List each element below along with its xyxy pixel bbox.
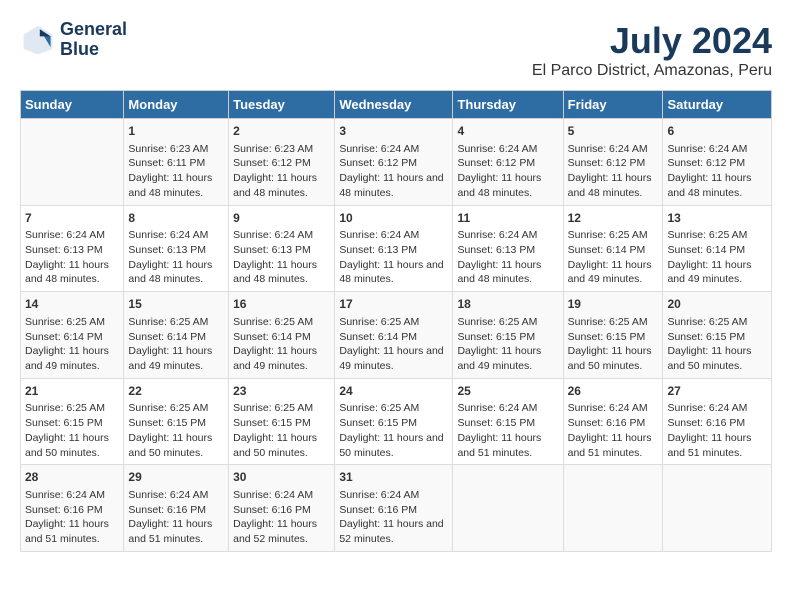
day-number: 2	[233, 123, 330, 140]
subtitle: El Parco District, Amazonas, Peru	[532, 62, 772, 80]
calendar-cell: 10Sunrise: 6:24 AMSunset: 6:13 PMDayligh…	[335, 205, 453, 292]
day-number: 27	[667, 383, 767, 400]
day-number: 28	[25, 469, 119, 486]
calendar-cell: 29Sunrise: 6:24 AMSunset: 6:16 PMDayligh…	[124, 465, 229, 552]
header-friday: Friday	[563, 91, 663, 119]
day-number: 6	[667, 123, 767, 140]
calendar-cell: 17Sunrise: 6:25 AMSunset: 6:14 PMDayligh…	[335, 292, 453, 379]
calendar-cell: 4Sunrise: 6:24 AMSunset: 6:12 PMDaylight…	[453, 119, 563, 206]
day-number: 19	[568, 296, 659, 313]
day-number: 12	[568, 210, 659, 227]
calendar-table: SundayMondayTuesdayWednesdayThursdayFrid…	[20, 90, 772, 552]
calendar-cell: 28Sunrise: 6:24 AMSunset: 6:16 PMDayligh…	[21, 465, 124, 552]
calendar-cell: 12Sunrise: 6:25 AMSunset: 6:14 PMDayligh…	[563, 205, 663, 292]
day-number: 29	[128, 469, 224, 486]
day-number: 21	[25, 383, 119, 400]
day-number: 4	[457, 123, 558, 140]
logo-icon	[20, 22, 56, 58]
day-number: 3	[339, 123, 448, 140]
day-number: 7	[25, 210, 119, 227]
calendar-cell: 31Sunrise: 6:24 AMSunset: 6:16 PMDayligh…	[335, 465, 453, 552]
calendar-cell: 18Sunrise: 6:25 AMSunset: 6:15 PMDayligh…	[453, 292, 563, 379]
header-saturday: Saturday	[663, 91, 772, 119]
day-number: 23	[233, 383, 330, 400]
calendar-cell: 30Sunrise: 6:24 AMSunset: 6:16 PMDayligh…	[229, 465, 335, 552]
day-number: 24	[339, 383, 448, 400]
day-number: 11	[457, 210, 558, 227]
week-row-1: 1Sunrise: 6:23 AMSunset: 6:11 PMDaylight…	[21, 119, 772, 206]
week-row-2: 7Sunrise: 6:24 AMSunset: 6:13 PMDaylight…	[21, 205, 772, 292]
day-number: 31	[339, 469, 448, 486]
calendar-cell	[453, 465, 563, 552]
logo-line2: Blue	[60, 40, 127, 60]
day-number: 13	[667, 210, 767, 227]
calendar-cell: 13Sunrise: 6:25 AMSunset: 6:14 PMDayligh…	[663, 205, 772, 292]
calendar-cell: 9Sunrise: 6:24 AMSunset: 6:13 PMDaylight…	[229, 205, 335, 292]
calendar-cell: 21Sunrise: 6:25 AMSunset: 6:15 PMDayligh…	[21, 378, 124, 465]
day-number: 16	[233, 296, 330, 313]
calendar-cell: 26Sunrise: 6:24 AMSunset: 6:16 PMDayligh…	[563, 378, 663, 465]
day-number: 17	[339, 296, 448, 313]
calendar-cell: 27Sunrise: 6:24 AMSunset: 6:16 PMDayligh…	[663, 378, 772, 465]
day-number: 15	[128, 296, 224, 313]
header-thursday: Thursday	[453, 91, 563, 119]
day-number: 30	[233, 469, 330, 486]
main-title: July 2024	[532, 20, 772, 62]
logo: General Blue	[20, 20, 127, 60]
calendar-cell: 7Sunrise: 6:24 AMSunset: 6:13 PMDaylight…	[21, 205, 124, 292]
calendar-cell: 19Sunrise: 6:25 AMSunset: 6:15 PMDayligh…	[563, 292, 663, 379]
day-number: 18	[457, 296, 558, 313]
calendar-cell: 15Sunrise: 6:25 AMSunset: 6:14 PMDayligh…	[124, 292, 229, 379]
title-block: July 2024 El Parco District, Amazonas, P…	[532, 20, 772, 80]
calendar-cell	[21, 119, 124, 206]
logo-line1: General	[60, 20, 127, 40]
calendar-cell: 3Sunrise: 6:24 AMSunset: 6:12 PMDaylight…	[335, 119, 453, 206]
calendar-cell: 25Sunrise: 6:24 AMSunset: 6:15 PMDayligh…	[453, 378, 563, 465]
calendar-cell: 23Sunrise: 6:25 AMSunset: 6:15 PMDayligh…	[229, 378, 335, 465]
calendar-cell	[563, 465, 663, 552]
header-monday: Monday	[124, 91, 229, 119]
day-number: 9	[233, 210, 330, 227]
calendar-cell: 1Sunrise: 6:23 AMSunset: 6:11 PMDaylight…	[124, 119, 229, 206]
week-row-4: 21Sunrise: 6:25 AMSunset: 6:15 PMDayligh…	[21, 378, 772, 465]
calendar-cell: 2Sunrise: 6:23 AMSunset: 6:12 PMDaylight…	[229, 119, 335, 206]
page-header: General Blue July 2024 El Parco District…	[20, 20, 772, 80]
calendar-cell: 8Sunrise: 6:24 AMSunset: 6:13 PMDaylight…	[124, 205, 229, 292]
week-row-5: 28Sunrise: 6:24 AMSunset: 6:16 PMDayligh…	[21, 465, 772, 552]
day-number: 26	[568, 383, 659, 400]
calendar-cell: 24Sunrise: 6:25 AMSunset: 6:15 PMDayligh…	[335, 378, 453, 465]
header-wednesday: Wednesday	[335, 91, 453, 119]
day-number: 5	[568, 123, 659, 140]
calendar-cell: 11Sunrise: 6:24 AMSunset: 6:13 PMDayligh…	[453, 205, 563, 292]
day-number: 20	[667, 296, 767, 313]
calendar-cell: 20Sunrise: 6:25 AMSunset: 6:15 PMDayligh…	[663, 292, 772, 379]
calendar-cell: 22Sunrise: 6:25 AMSunset: 6:15 PMDayligh…	[124, 378, 229, 465]
day-number: 14	[25, 296, 119, 313]
day-number: 25	[457, 383, 558, 400]
calendar-cell: 5Sunrise: 6:24 AMSunset: 6:12 PMDaylight…	[563, 119, 663, 206]
calendar-cell: 14Sunrise: 6:25 AMSunset: 6:14 PMDayligh…	[21, 292, 124, 379]
week-row-3: 14Sunrise: 6:25 AMSunset: 6:14 PMDayligh…	[21, 292, 772, 379]
day-number: 22	[128, 383, 224, 400]
header-tuesday: Tuesday	[229, 91, 335, 119]
calendar-cell: 16Sunrise: 6:25 AMSunset: 6:14 PMDayligh…	[229, 292, 335, 379]
header-sunday: Sunday	[21, 91, 124, 119]
day-number: 10	[339, 210, 448, 227]
day-number: 1	[128, 123, 224, 140]
calendar-cell: 6Sunrise: 6:24 AMSunset: 6:12 PMDaylight…	[663, 119, 772, 206]
calendar-header-row: SundayMondayTuesdayWednesdayThursdayFrid…	[21, 91, 772, 119]
day-number: 8	[128, 210, 224, 227]
calendar-cell	[663, 465, 772, 552]
